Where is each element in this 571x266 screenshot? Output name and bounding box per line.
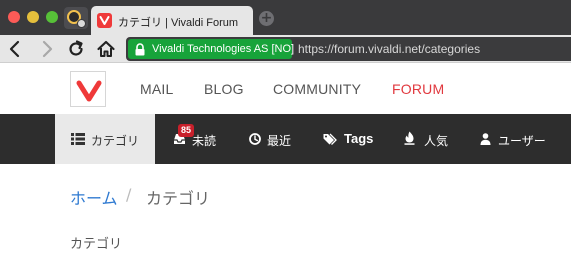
url-field[interactable]: Vivaldi Technologies AS [NO] https://for… — [126, 37, 571, 61]
clock-icon — [249, 133, 261, 145]
reload-icon — [69, 40, 83, 56]
unread-count-badge: 85 — [178, 124, 194, 137]
user-icon — [480, 133, 491, 145]
home-icon — [97, 40, 115, 57]
minimize-window-button[interactable] — [27, 11, 39, 23]
home-button[interactable] — [96, 39, 116, 59]
close-window-button[interactable] — [8, 11, 20, 23]
forum-nav-recent-label: 最近 — [267, 134, 292, 148]
forum-nav-unread[interactable]: 未読 — [163, 114, 233, 164]
list-icon — [71, 133, 85, 145]
breadcrumb-separator: / — [126, 185, 132, 204]
tab-title: カテゴリ | Vivaldi Forum — [118, 17, 239, 29]
tab-strip: カテゴリ | Vivaldi Forum + — [0, 0, 571, 35]
active-tab[interactable]: カテゴリ | Vivaldi Forum — [91, 6, 253, 35]
forum-nav-tags-label: Tags — [344, 131, 374, 146]
breadcrumb-home-link[interactable]: ホーム — [70, 185, 118, 209]
nav-blog-link[interactable]: BLOG — [204, 81, 244, 97]
forum-nav-popular-label: 人気 — [424, 134, 449, 148]
address-bar: Vivaldi Technologies AS [NO] https://for… — [0, 35, 571, 63]
certificate-badge[interactable]: Vivaldi Technologies AS [NO] — [128, 39, 295, 59]
section-title: カテゴリ — [70, 237, 123, 252]
panel-toggle-button[interactable] — [64, 7, 88, 29]
vivaldi-logo-icon — [75, 76, 103, 104]
back-button[interactable] — [5, 39, 25, 59]
reload-button[interactable] — [66, 39, 86, 59]
chevron-right-icon — [42, 40, 53, 58]
url-text[interactable]: https://forum.vivaldi.net/categories — [298, 42, 480, 56]
forum-nav-popular[interactable]: 人気 — [396, 114, 458, 164]
panel-badge-icon — [77, 19, 86, 28]
nav-mail-link[interactable]: MAIL — [140, 81, 173, 97]
forward-button[interactable] — [37, 39, 57, 59]
site-header: MAIL BLOG COMMUNITY FORUM — [0, 63, 571, 114]
breadcrumb-current: カテゴリ — [146, 189, 211, 208]
new-tab-button[interactable]: + — [259, 11, 274, 26]
forum-nav-recent[interactable]: 最近 — [241, 114, 306, 164]
forum-nav-categories[interactable]: カテゴリ — [55, 114, 155, 164]
chevron-left-icon — [9, 40, 20, 58]
forum-nav-bar: カテゴリ 未読 85 最近 Tags 人気 ユーザー — [0, 114, 571, 164]
nav-forum-link[interactable]: FORUM — [392, 81, 444, 97]
plus-icon: + — [260, 10, 273, 26]
tags-icon — [323, 133, 337, 145]
certificate-label: Vivaldi Technologies AS [NO] — [152, 43, 295, 55]
forum-nav-unread-label: 未読 — [192, 134, 217, 148]
fire-icon — [404, 131, 415, 145]
vivaldi-logo-icon — [97, 13, 112, 28]
nav-community-link[interactable]: COMMUNITY — [273, 81, 361, 97]
forum-nav-users[interactable]: ユーザー — [474, 114, 571, 164]
forum-nav-users-label: ユーザー — [498, 134, 546, 148]
forum-nav-tags[interactable]: Tags — [317, 114, 379, 164]
zoom-window-button[interactable] — [46, 11, 58, 23]
lock-icon — [135, 43, 145, 56]
vivaldi-logo[interactable] — [70, 71, 106, 107]
forum-nav-categories-label: カテゴリ — [91, 134, 140, 148]
